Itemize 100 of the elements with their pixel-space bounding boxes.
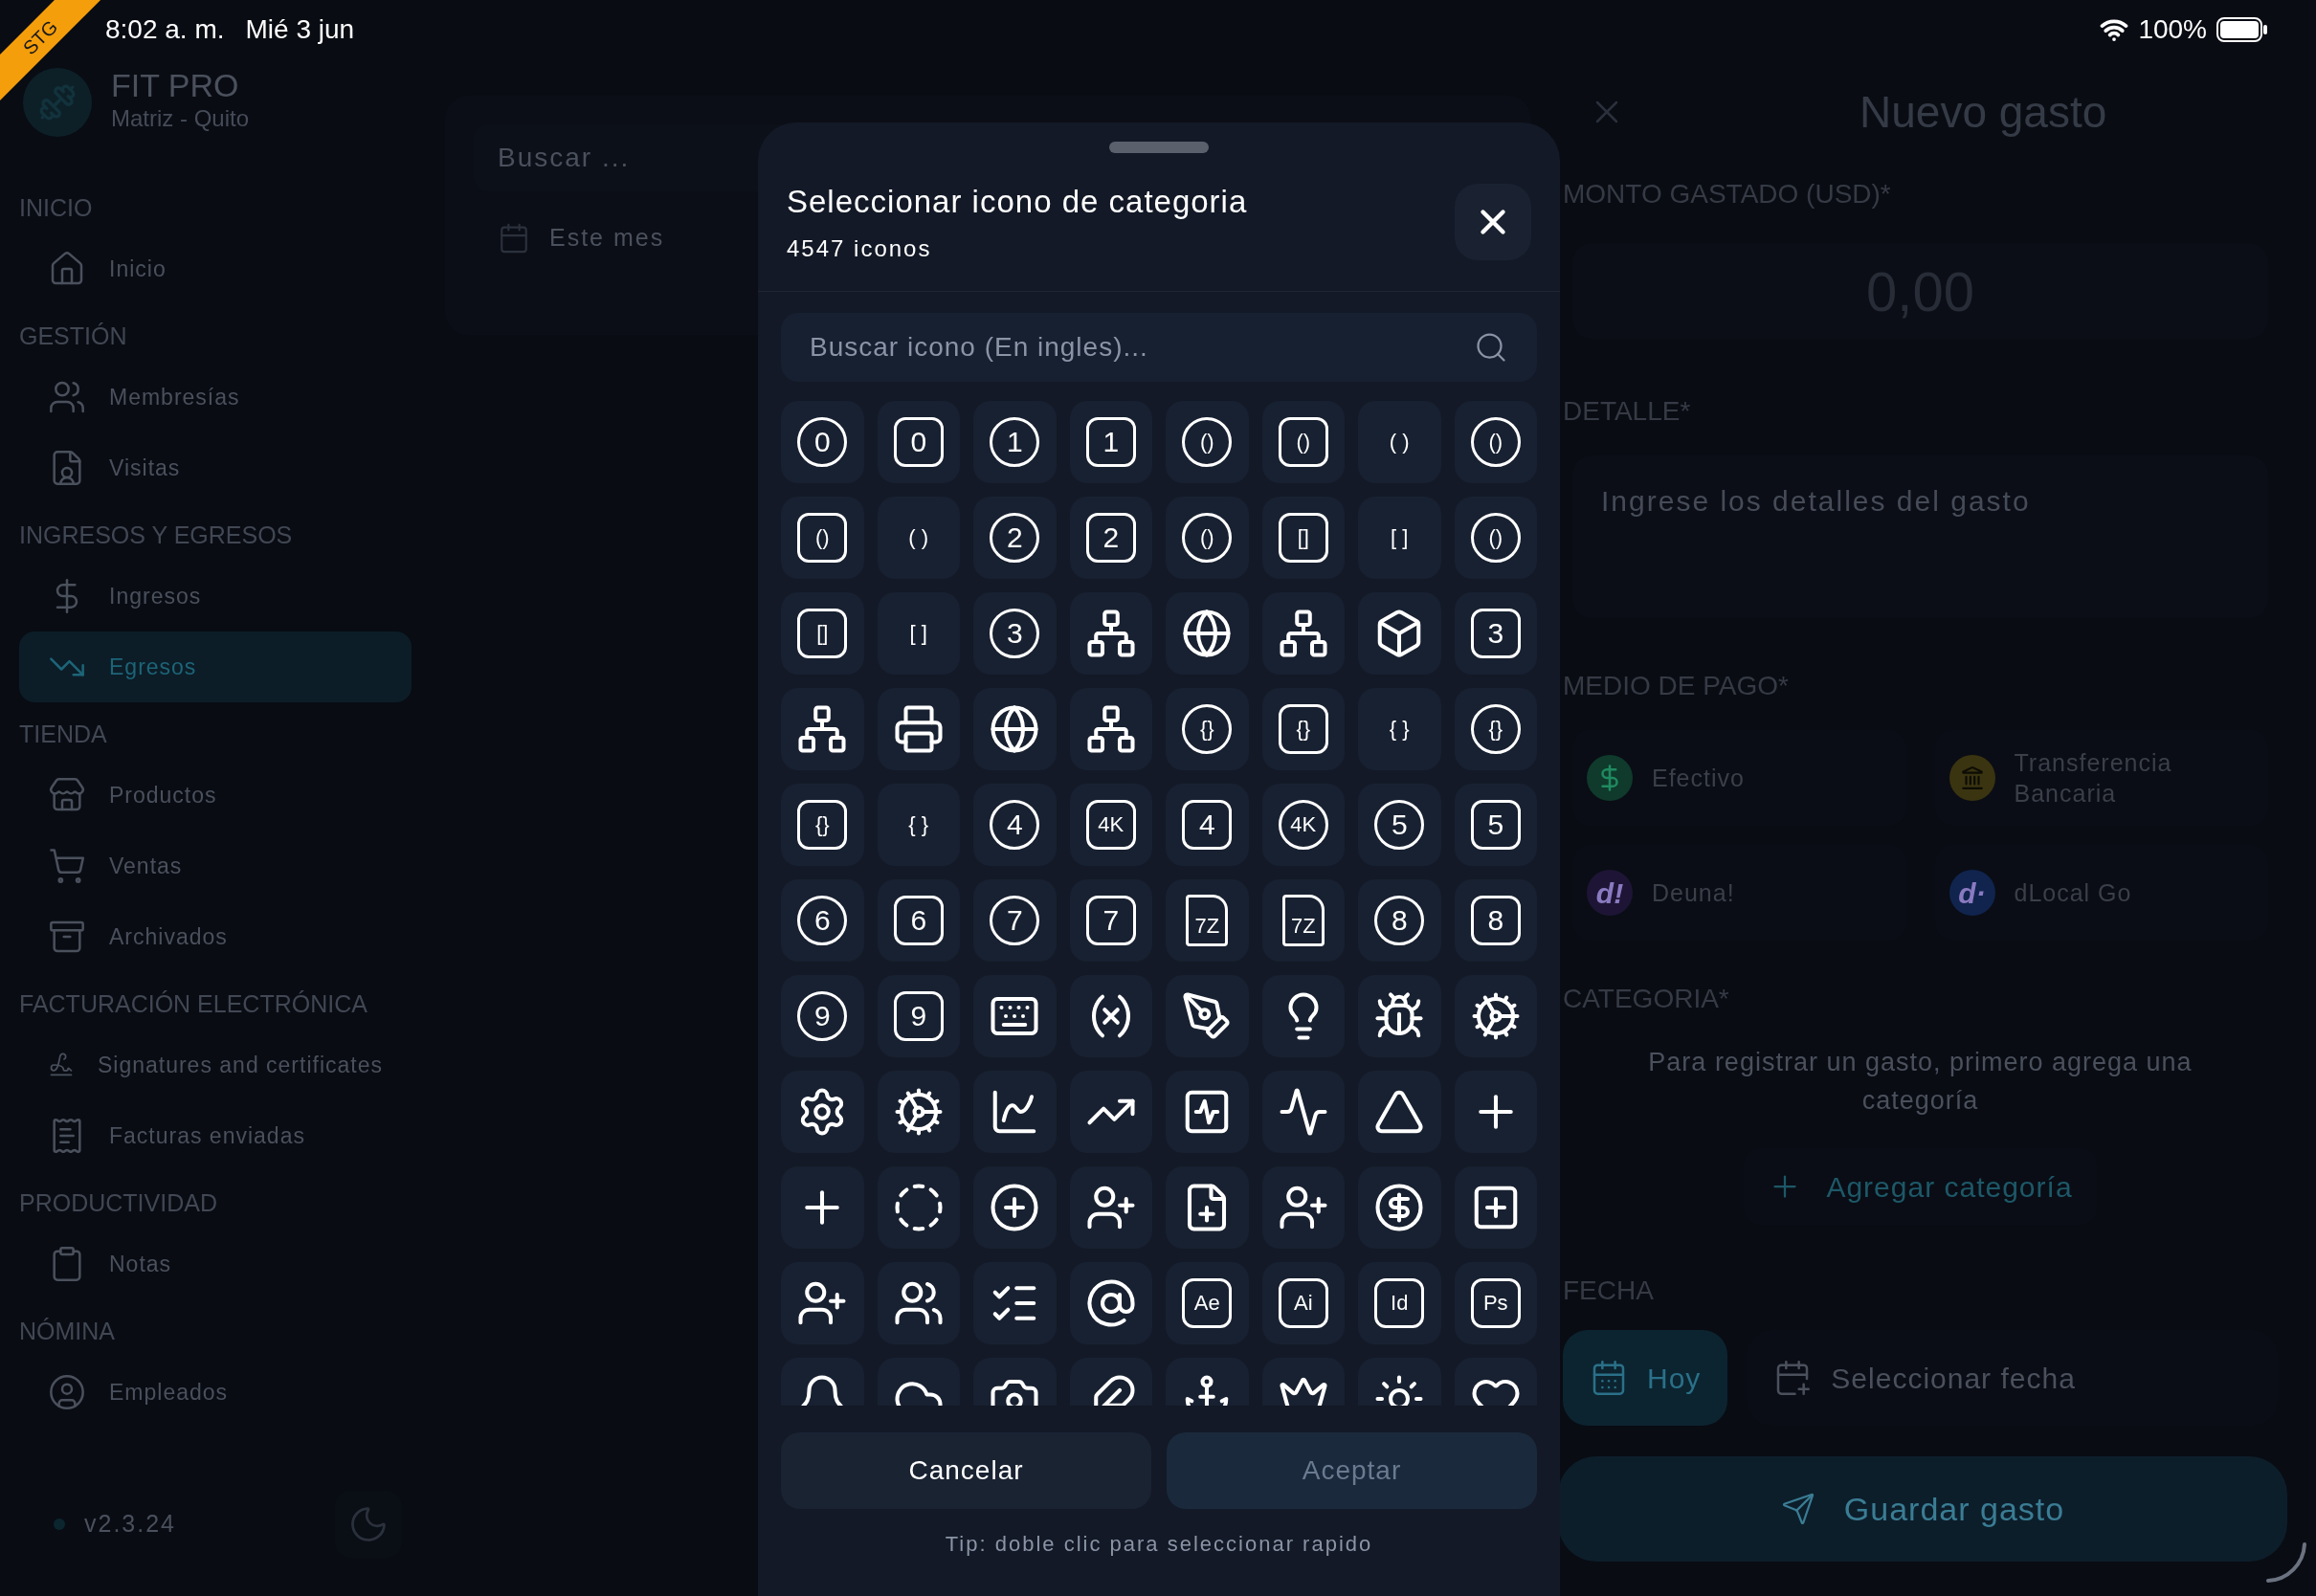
icon-tile[interactable] [1358, 1070, 1441, 1153]
network-icon [1084, 607, 1137, 659]
icon-tile[interactable]: [] [781, 591, 864, 675]
drag-handle[interactable] [1109, 142, 1209, 153]
icon-tile[interactable] [973, 1165, 1057, 1249]
section-heading: INGRESOS Y EGRESOS [19, 521, 294, 551]
icon-tile[interactable]: {} [1454, 687, 1537, 770]
square-icon: 9 [893, 990, 944, 1041]
icon-tile[interactable] [973, 1070, 1057, 1153]
icon-tile[interactable]: {} [781, 783, 864, 866]
icon-tile[interactable] [1358, 591, 1441, 675]
icon-tile[interactable] [877, 1261, 960, 1344]
icon-tile[interactable] [1069, 974, 1152, 1057]
icon-tile[interactable]: 4 [1166, 783, 1249, 866]
payment-logo: d! [1587, 870, 1633, 916]
icon-tile[interactable] [1069, 1070, 1152, 1153]
icon-tile[interactable]: ( ) [1358, 400, 1441, 483]
save-button[interactable]: Guardar gasto [1558, 1456, 2287, 1562]
icon-tile[interactable]: [ ] [1358, 496, 1441, 579]
icon-tile[interactable]: 6 [877, 878, 960, 962]
icon-tile[interactable]: 3 [1454, 591, 1537, 675]
icon-tile[interactable] [1358, 1165, 1441, 1249]
icon-tile[interactable]: 0 [781, 400, 864, 483]
icon-tile[interactable]: () [1454, 496, 1537, 579]
globe-icon [989, 702, 1041, 755]
icon-tile[interactable]: 9 [877, 974, 960, 1057]
icon-tile[interactable]: 8 [1454, 878, 1537, 962]
icon-tile[interactable] [781, 687, 864, 770]
icon-tile[interactable]: ( ) [877, 496, 960, 579]
icon-tile[interactable] [1069, 591, 1152, 675]
icon-tile[interactable]: [ ] [877, 591, 960, 675]
cart-icon [48, 847, 86, 885]
icon-tile[interactable]: 7Z [1166, 878, 1249, 962]
icon-tile[interactable]: () [1261, 400, 1345, 483]
square-icon: 2 [1085, 512, 1136, 563]
icon-tile[interactable] [973, 687, 1057, 770]
icon-tile[interactable] [1166, 1165, 1249, 1249]
icon-tile[interactable]: 6 [781, 878, 864, 962]
section-heading: PRODUCTIVIDAD [19, 1188, 218, 1219]
icon-tile[interactable]: () [1454, 400, 1537, 483]
icon-tile[interactable]: [] [1261, 496, 1345, 579]
icon-tile[interactable]: 7 [1069, 878, 1152, 962]
icon-tile[interactable] [781, 1261, 864, 1344]
icon-tile[interactable]: 2 [1069, 496, 1152, 579]
icon-tile[interactable]: 8 [1358, 878, 1441, 962]
icon-tile[interactable] [1069, 687, 1152, 770]
file-icon: 7Z [1186, 894, 1229, 946]
icon-tile[interactable] [1166, 591, 1249, 675]
icon-tile[interactable] [1261, 1070, 1345, 1153]
icon-search-field[interactable]: Buscar icono (En ingles)... [781, 312, 1537, 382]
icon-tile[interactable]: 7Z [1261, 878, 1345, 962]
icon-tile[interactable]: 4K [1069, 783, 1152, 866]
icon-tile[interactable] [1358, 974, 1441, 1057]
icon-tile[interactable]: { } [877, 783, 960, 866]
icon-tile[interactable] [877, 1070, 960, 1153]
icon-tile[interactable] [877, 687, 960, 770]
icon-tile[interactable] [1166, 1070, 1249, 1153]
icon-tile[interactable] [1261, 591, 1345, 675]
icon-tile[interactable] [781, 1070, 864, 1153]
square-icon: 8 [1470, 895, 1521, 945]
icon-tile[interactable] [877, 1165, 960, 1249]
icon-tile[interactable] [973, 1261, 1057, 1344]
icon-tile[interactable]: 4K [1261, 783, 1345, 866]
icon-tile[interactable] [1069, 1165, 1152, 1249]
icon-tile[interactable]: () [1166, 496, 1249, 579]
status-date: Mié 3 jun [245, 13, 355, 46]
file-icon: 7Z [1281, 894, 1325, 946]
icon-tile[interactable]: Ps [1454, 1261, 1537, 1344]
icon-tile[interactable]: 3 [973, 591, 1057, 675]
icon-tile[interactable] [1454, 1070, 1537, 1153]
icon-tile[interactable]: 7 [973, 878, 1057, 962]
icon-count: 4547 iconos [787, 233, 933, 263]
square-icon: 1 [1085, 416, 1136, 467]
icon-tile[interactable] [973, 974, 1057, 1057]
icon-tile[interactable] [1454, 974, 1537, 1057]
icon-tile[interactable] [781, 1165, 864, 1249]
icon-tile[interactable]: () [1166, 400, 1249, 483]
icon-tile[interactable]: 9 [781, 974, 864, 1057]
icon-tile[interactable]: Ae [1166, 1261, 1249, 1344]
icon-tile[interactable]: { } [1358, 687, 1441, 770]
branch-name: Matriz - Quito [111, 104, 250, 133]
icon-tile[interactable] [1166, 974, 1249, 1057]
icon-tile[interactable]: 5 [1454, 783, 1537, 866]
icon-tile[interactable]: Id [1358, 1261, 1441, 1344]
icon-tile[interactable]: 1 [973, 400, 1057, 483]
icon-tile[interactable] [1454, 1165, 1537, 1249]
icon-tile[interactable]: 0 [877, 400, 960, 483]
icon-tile[interactable]: 5 [1358, 783, 1441, 866]
icon-tile[interactable]: 1 [1069, 400, 1152, 483]
icon-tile[interactable] [1261, 1165, 1345, 1249]
icon-tile[interactable]: () [781, 496, 864, 579]
icon-tile[interactable]: {} [1261, 687, 1345, 770]
icon-tile[interactable]: Ai [1261, 1261, 1345, 1344]
cancel-button[interactable]: Cancelar [781, 1431, 1151, 1509]
icon-tile[interactable] [1069, 1261, 1152, 1344]
icon-tile[interactable]: {} [1166, 687, 1249, 770]
icon-tile[interactable]: 4 [973, 783, 1057, 866]
close-button[interactable] [1455, 183, 1531, 260]
icon-tile[interactable]: 2 [973, 496, 1057, 579]
icon-tile[interactable] [1261, 974, 1345, 1057]
